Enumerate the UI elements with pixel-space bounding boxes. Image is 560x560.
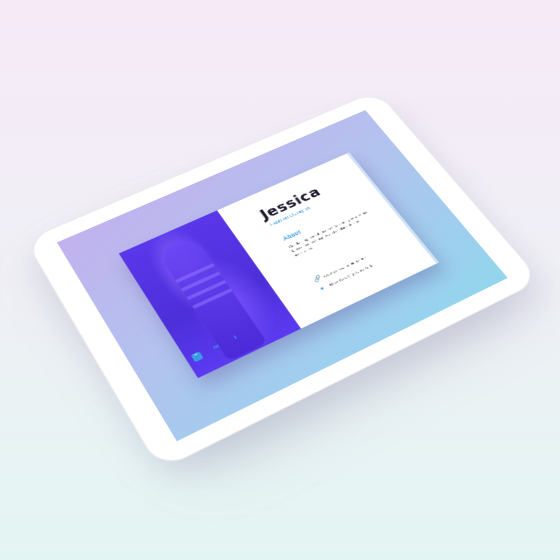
stripe-detail bbox=[175, 263, 214, 283]
location-pin-icon: ● bbox=[318, 284, 328, 292]
link-icon: 🔗 bbox=[312, 276, 322, 284]
profile-card: Jessica Fashion Designer About Conductin… bbox=[119, 152, 439, 378]
scene: Jessica Fashion Designer About Conductin… bbox=[0, 0, 560, 560]
tablet-screen: Jessica Fashion Designer About Conductin… bbox=[57, 110, 508, 441]
